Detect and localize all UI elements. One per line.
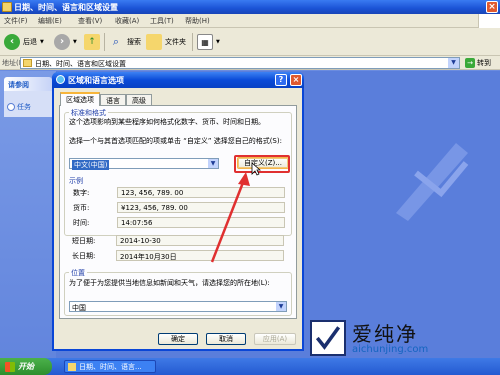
menu-view[interactable]: 查看(V) [78,16,102,26]
chevron-down-icon: ▼ [216,39,220,45]
tab-panel: 标准和格式 这个选项影响到某些程序如何格式化数字、货币、时间和日期。 选择一个与… [59,105,297,319]
go-label: 转到 [477,59,491,67]
standards-instruction: 选择一个与其首选项匹配的项或单击 “自定义” 选择您自己的格式(S): [69,137,282,145]
chevron-down-icon: ▼ [73,39,77,45]
pencil-icon [396,143,469,221]
sample-time-value: 14:07:56 [117,217,285,228]
sample-time-label: 时间: [73,219,90,227]
menu-tools[interactable]: 工具(T) [150,16,174,26]
go-button[interactable]: → 转到 [465,57,491,69]
sample-number-value: 123, 456, 789. 00 [117,187,285,198]
start-label: 开始 [18,362,34,371]
sample-long-date-value: 2014年10月30日 [116,250,284,261]
forward-button[interactable]: › ▼ [54,33,77,51]
address-input[interactable]: 日期、时间、语言和区域设置 ▼ [20,57,460,69]
taskbar-item-explorer[interactable]: 日期、时间、语言... [64,360,156,373]
sample-short-date-label: 短日期: [72,237,96,245]
tab-regional-options[interactable]: 区域选项 [60,92,100,106]
views-button[interactable]: ▦ ▼ [197,33,220,51]
views-icon: ▦ [197,34,213,50]
annotation-highlight-box [234,155,290,173]
taskbar: 开始 日期、时间、语言... [0,358,500,375]
menu-file[interactable]: 文件(F) [4,16,28,26]
dialog-title: 区域和语言选项 [68,76,124,85]
go-arrow-icon: → [465,58,475,68]
forward-arrow-icon: › [54,34,70,50]
regional-options-dialog: 区域和语言选项 ? × 区域选项 语言 高级 标准和格式 这个选项影响到某些程序… [52,72,304,351]
location-label: 位置 [69,268,87,278]
search-icon: ⌕ [112,35,120,48]
back-arrow-icon: ‹ [4,34,20,50]
globe-icon [56,75,65,84]
folder-icon [2,2,12,12]
sample-long-date-label: 长日期: [72,252,96,260]
cancel-button[interactable]: 取消 [206,333,246,345]
chevron-down-icon: ▼ [208,159,218,168]
watermark-url: aichunjing.com [352,344,429,355]
ok-button[interactable]: 确定 [158,333,198,345]
menu-help[interactable]: 帮助(H) [185,16,210,26]
address-value: 日期、时间、语言和区域设置 [35,60,126,68]
toolbar-separator [104,33,105,51]
sample-number-label: 数字: [73,189,90,197]
back-button[interactable]: ‹ 后退 ▼ [4,33,44,51]
search-label: 搜索 [127,38,141,46]
toolbar: ‹ 后退 ▼ › ▼ ↑ ⌕ 搜索 文件夹 ▦ ▼ [0,28,500,56]
menu-bar: 文件(F) 编辑(E) 查看(V) 收藏(A) 工具(T) 帮助(H) [0,14,500,28]
sample-short-date-value: 2014-10-30 [116,235,284,246]
dialog-titlebar: 区域和语言选项 ? × [52,72,304,88]
windows-logo-icon [478,14,500,28]
task-icon [7,102,15,111]
location-select[interactable]: 中国 ▼ [69,301,287,312]
help-icon[interactable]: ? [275,74,287,86]
menu-favorites[interactable]: 收藏(A) [115,16,139,26]
locale-select[interactable]: 中文(中国) ▼ [69,158,219,170]
location-description: 为了便于为您提供当地信息如新闻和天气，请选择您的所在地(L): [69,279,270,287]
watermark: 爱纯净 aichunjing.com [308,318,500,358]
folder-icon [68,362,76,371]
toolbar-separator [192,33,193,51]
location-value: 中国 [72,304,86,312]
see-also-box: 请参阅 任务 [4,77,52,117]
chevron-down-icon[interactable]: ▼ [448,58,459,68]
standards-label: 标准和格式 [69,108,108,118]
search-button[interactable]: ⌕ 搜索 [108,33,141,51]
explorer-title: 日期、时间、语言和区域设置 [14,3,118,12]
standards-description: 这个选项影响到某些程序如何格式化数字、货币、时间和日期。 [69,118,265,126]
up-folder-icon: ↑ [84,34,100,50]
locale-value: 中文(中国) [72,160,110,170]
up-folder-button[interactable]: ↑ [84,33,100,51]
folder-icon [23,59,32,67]
chevron-down-icon: ▼ [276,302,286,311]
tab-strip: 区域选项 语言 高级 [60,92,152,106]
see-also-header[interactable]: 请参阅 [4,77,52,91]
menu-edit[interactable]: 编辑(E) [38,16,62,26]
close-icon[interactable]: × [486,1,498,13]
brand-logo [310,320,346,356]
folders-button[interactable]: 文件夹 [146,33,186,51]
windows-flag-icon [5,361,15,372]
sample-currency-value: ¥123, 456, 789. 00 [117,202,285,213]
explorer-titlebar: 日期、时间、语言和区域设置 × [0,0,500,14]
start-button[interactable]: 开始 [0,358,52,375]
samples-label: 示例 [69,177,83,185]
folders-label: 文件夹 [165,38,186,46]
taskbar-item-label: 日期、时间、语言... [79,362,142,371]
back-label: 后退 [23,38,37,46]
task-pane: 请参阅 任务 [0,71,56,358]
watermark-brand: 爱纯净 [352,322,418,346]
sample-currency-label: 货币: [73,204,90,212]
see-also-item-label: 任务 [17,102,31,111]
location-group: 位置 为了便于为您提供当地信息如新闻和天气，请选择您的所在地(L): 中国 ▼ [64,268,292,316]
close-icon[interactable]: × [290,74,302,86]
mouse-cursor-icon [251,162,261,176]
address-bar: 地址(D) 日期、时间、语言和区域设置 ▼ → 转到 [0,56,500,70]
chevron-down-icon: ▼ [40,39,44,45]
see-also-item[interactable]: 任务 [4,91,52,117]
apply-button[interactable]: 应用(A) [254,333,296,345]
folders-icon [146,34,162,50]
